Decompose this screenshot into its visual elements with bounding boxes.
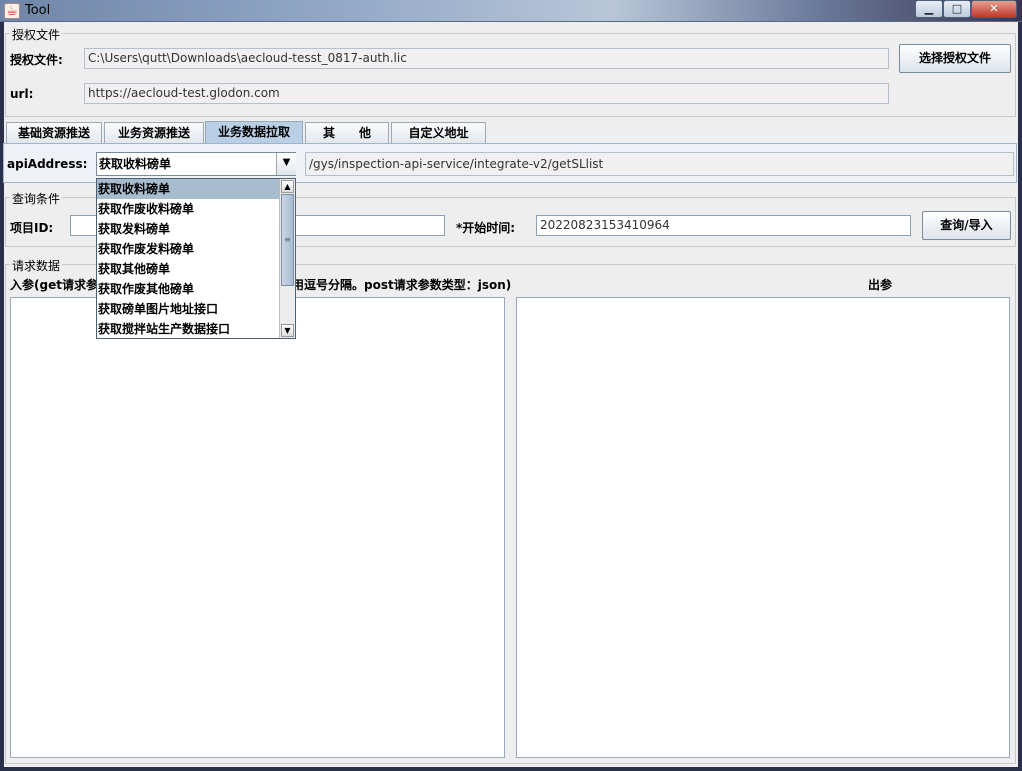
- tab-basic-resource-push[interactable]: 基础资源推送: [6, 122, 102, 143]
- input-params-textarea[interactable]: [10, 297, 505, 758]
- dropdown-option[interactable]: 获取其他磅单: [97, 259, 279, 279]
- auth-file-field[interactable]: C:\Users\qutt\Downloads\aecloud-tesst_08…: [84, 48, 889, 69]
- tab-custom-address[interactable]: 自定义地址: [391, 122, 486, 143]
- api-address-label: apiAddress:: [7, 157, 88, 171]
- dropdown-option[interactable]: 获取搅拌站生产数据接口: [97, 319, 279, 339]
- scrollbar-thumb[interactable]: ≡: [281, 194, 294, 286]
- output-params-textarea[interactable]: [516, 297, 1010, 758]
- select-auth-file-button[interactable]: 选择授权文件: [899, 44, 1011, 73]
- dropdown-option[interactable]: 获取磅单图片地址接口: [97, 299, 279, 319]
- query-group-title: 查询条件: [10, 190, 63, 207]
- dropdown-option[interactable]: 获取发料磅单: [97, 219, 279, 239]
- maximize-icon: □: [951, 2, 963, 15]
- arrow-up-icon: ▲: [284, 182, 291, 191]
- start-time-input[interactable]: 20220823153410964: [536, 215, 911, 236]
- input-params-label: 入参(get请求参: [10, 278, 98, 292]
- start-time-label: *开始时间:: [456, 221, 516, 235]
- api-dropdown-list[interactable]: 获取收料磅单 获取作废收料磅单 获取发料磅单 获取作废发料磅单 获取其他磅单 获…: [96, 178, 296, 339]
- minimize-button[interactable]: ▁: [915, 0, 943, 18]
- api-combobox-value: 获取收料磅单: [99, 157, 172, 171]
- url-field[interactable]: https://aecloud-test.glodon.com: [84, 83, 889, 104]
- dropdown-option[interactable]: 获取作废收料磅单: [97, 199, 279, 219]
- auth-file-label: 授权文件:: [10, 53, 63, 67]
- auth-group: [5, 33, 1016, 117]
- maximize-button[interactable]: □: [943, 0, 971, 18]
- combobox-arrow-button[interactable]: ▼: [276, 153, 296, 175]
- input-params-label-hint: 用逗号分隔。post请求参数类型：json): [292, 278, 512, 292]
- minimize-icon: ▁: [924, 2, 934, 15]
- request-group-title: 请求数据: [10, 257, 63, 274]
- close-icon: ✕: [989, 2, 999, 15]
- auth-group-title: 授权文件: [10, 26, 63, 43]
- tab-other[interactable]: 其 他: [305, 122, 389, 143]
- api-combobox[interactable]: 获取收料磅单 ▼: [96, 152, 296, 176]
- dropdown-option[interactable]: 获取作废发料磅单: [97, 239, 279, 259]
- java-cup-icon: ☕: [4, 3, 20, 19]
- dropdown-option[interactable]: 获取收料磅单: [97, 179, 279, 199]
- arrow-down-icon: ▼: [284, 326, 291, 335]
- dropdown-scrollbar[interactable]: ▲ ≡ ▼: [279, 179, 295, 338]
- scroll-up-button[interactable]: ▲: [281, 180, 294, 193]
- tab-business-resource-push[interactable]: 业务资源推送: [104, 122, 204, 143]
- output-params-label: 出参: [868, 278, 893, 292]
- window-title: Tool: [25, 3, 51, 18]
- tab-business-data-pull[interactable]: 业务数据拉取: [205, 121, 303, 143]
- chevron-down-icon: ▼: [282, 157, 291, 168]
- close-button[interactable]: ✕: [971, 0, 1017, 18]
- title-bar[interactable]: [0, 0, 1022, 22]
- query-import-button[interactable]: 查询/导入: [922, 211, 1011, 240]
- project-id-label: 项目ID:: [10, 221, 54, 235]
- api-path-field[interactable]: /gys/inspection-api-service/integrate-v2…: [305, 152, 1014, 176]
- scroll-down-button[interactable]: ▼: [281, 324, 294, 337]
- url-label: url:: [10, 87, 34, 101]
- grip-icon: ≡: [284, 235, 291, 244]
- dropdown-option[interactable]: 获取作废其他磅单: [97, 279, 279, 299]
